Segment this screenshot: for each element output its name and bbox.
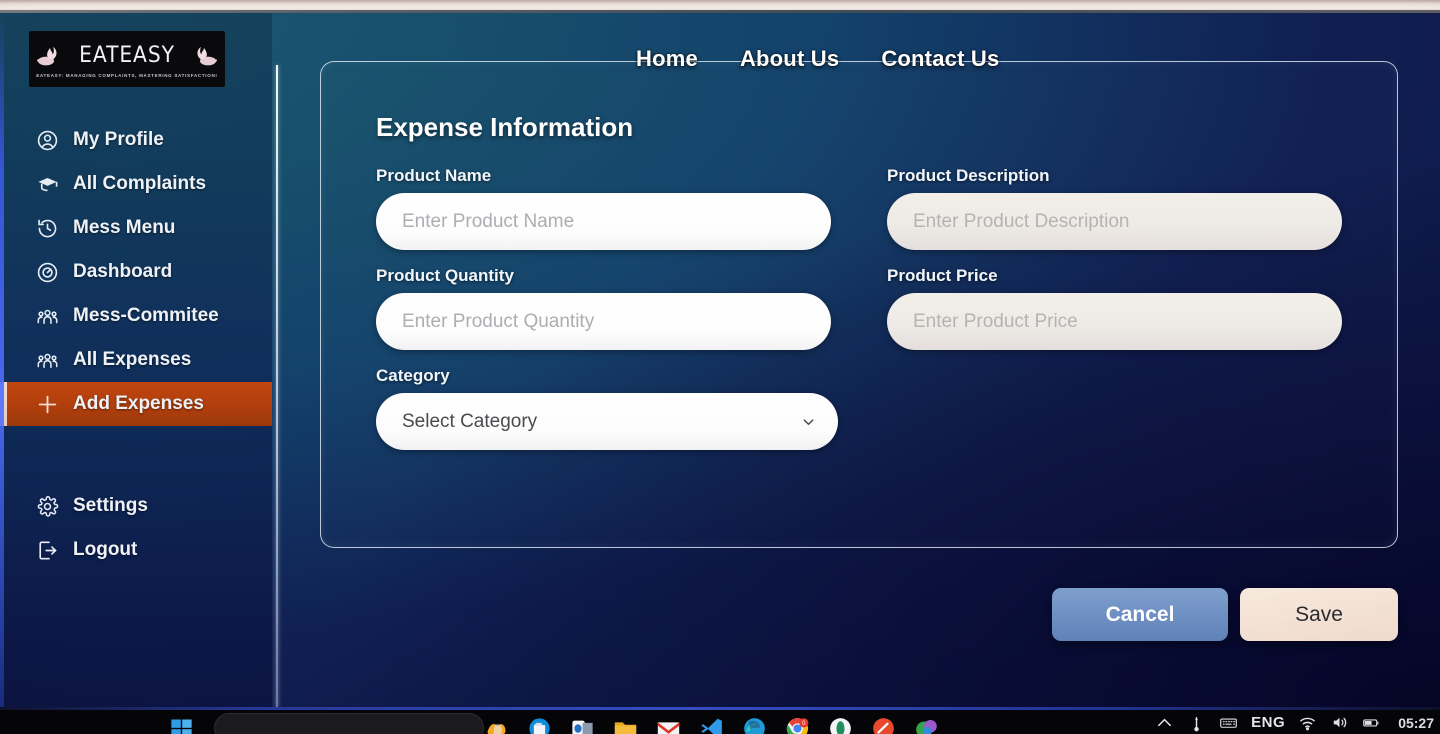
product-quantity-label: Product Quantity — [376, 266, 514, 285]
sidebar-item-label: My Profile — [73, 129, 164, 150]
product-name-label: Product Name — [376, 166, 492, 185]
product-price-label: Product Price — [887, 266, 998, 285]
folder-icon[interactable] — [612, 715, 639, 734]
edge-icon[interactable] — [741, 715, 768, 734]
form-row-3: Category Select Category — [376, 366, 1366, 450]
form-row-2: Product Quantity Product Price — [376, 266, 1366, 350]
monitor-bezel — [0, 0, 1440, 13]
sidebar-item-dashboard[interactable]: Dashboard — [0, 250, 272, 294]
form-row-1: Product Name Product Description — [376, 166, 1366, 250]
sidebar-nav: My Profile All Complaints Mess Menu Dash… — [0, 118, 272, 572]
flame-spoon-icon — [36, 46, 57, 65]
sidebar-item-label: Logout — [73, 539, 138, 560]
sidebar-item-all-expenses[interactable]: All Expenses — [0, 338, 272, 382]
flame-spoon-icon-right — [197, 46, 218, 65]
speaker-icon[interactable] — [1330, 713, 1349, 732]
usb-icon[interactable] — [1187, 713, 1206, 732]
plus-icon — [38, 395, 57, 413]
people-group-icon — [37, 309, 58, 324]
sidebar-item-label: Dashboard — [73, 261, 173, 282]
sidebar-item-label: Mess Menu — [73, 217, 176, 238]
nav-link-contact-us[interactable]: Contact Us — [881, 46, 999, 72]
expense-information-card: Expense Information Product Name Product… — [320, 61, 1398, 548]
gauge-icon — [37, 262, 58, 282]
logo-row: EATEASY — [36, 42, 218, 69]
keyboard-icon[interactable] — [1219, 713, 1238, 732]
sidebar-item-label: Settings — [73, 495, 148, 516]
category-label: Category — [376, 366, 450, 385]
sidebar-item-label: All Complaints — [73, 173, 207, 194]
sidebar: EATEASY EATEASY: MANAGING COMPLAINTS, MA… — [0, 13, 272, 707]
expense-form: Product Name Product Description Product… — [376, 166, 1366, 466]
sidebar-item-mess-commitee[interactable]: Mess-Commitee — [0, 294, 272, 338]
sidebar-item-all-complaints[interactable]: All Complaints — [0, 162, 272, 206]
vscode-icon[interactable] — [698, 715, 725, 734]
sidebar-item-settings[interactable]: Settings — [0, 484, 272, 528]
figma-red-icon[interactable] — [870, 715, 897, 734]
field-product-description: Product Description — [887, 166, 1342, 250]
taskbar-app-icons: 0 — [168, 715, 956, 734]
taskbar-clock[interactable]: 05:27 — [1398, 715, 1434, 731]
taskbar-top-edge — [0, 707, 1440, 710]
gmail-icon[interactable] — [655, 715, 682, 734]
wifi-icon[interactable] — [1298, 713, 1317, 732]
nav-link-about-us[interactable]: About Us — [740, 46, 839, 72]
logo-tagline: EATEASY: MANAGING COMPLAINTS, MASTERING … — [36, 72, 218, 78]
sidebar-item-label: All Expenses — [73, 349, 192, 370]
field-product-name: Product Name — [376, 166, 831, 250]
sidebar-item-logout[interactable]: Logout — [0, 528, 272, 572]
taskbar-tray: ENG 05:27 — [1155, 713, 1434, 732]
sidebar-divider — [276, 65, 278, 707]
page-title: Expense Information — [376, 112, 634, 142]
outlook-icon[interactable] — [569, 715, 596, 734]
screen-photo: EATEASY EATEASY: MANAGING COMPLAINTS, MA… — [0, 0, 1440, 734]
top-navigation: Home About Us Contact Us — [636, 46, 999, 72]
cancel-button[interactable]: Cancel — [1052, 588, 1228, 641]
product-description-label: Product Description — [887, 166, 1050, 185]
logo-wordmark: EATEASY — [79, 42, 175, 68]
product-price-input[interactable] — [887, 293, 1342, 350]
sidebar-item-label: Add Expenses — [73, 393, 204, 414]
language-indicator[interactable]: ENG — [1251, 714, 1285, 731]
nav-link-home[interactable]: Home — [636, 46, 698, 72]
category-select-wrapper: Select Category — [376, 393, 838, 450]
windows-start-icon[interactable] — [168, 715, 195, 734]
sidebar-item-label: Mess-Commitee — [73, 305, 219, 326]
windows-taskbar: 0 ENG 05:27 — [0, 707, 1440, 734]
graduation-cap-icon — [38, 177, 58, 191]
people-group-icon — [37, 353, 58, 368]
form-actions: Cancel Save — [1052, 588, 1398, 641]
app-logo: EATEASY EATEASY: MANAGING COMPLAINTS, MA… — [29, 31, 225, 87]
product-name-input[interactable] — [376, 193, 831, 250]
logout-icon — [39, 540, 57, 560]
opera-gx-icon[interactable] — [827, 715, 854, 734]
screen-edge-glow — [0, 13, 4, 707]
file-explorer-white-icon[interactable] — [526, 715, 553, 734]
field-category: Category Select Category — [376, 366, 838, 450]
copilot-icon[interactable] — [483, 715, 510, 734]
show-hidden-icon[interactable] — [1155, 713, 1174, 732]
save-button[interactable]: Save — [1240, 588, 1398, 641]
web-application: EATEASY EATEASY: MANAGING COMPLAINTS, MA… — [0, 13, 1440, 707]
slack-icon[interactable] — [913, 715, 940, 734]
history-clock-icon — [38, 219, 57, 237]
sidebar-item-mess-menu[interactable]: Mess Menu — [0, 206, 272, 250]
battery-icon[interactable] — [1362, 713, 1381, 732]
category-select[interactable]: Select Category — [376, 393, 838, 450]
gear-icon — [37, 495, 59, 517]
field-product-price: Product Price — [887, 266, 1342, 350]
user-circle-icon — [37, 130, 58, 150]
product-quantity-input[interactable] — [376, 293, 831, 350]
chrome-icon[interactable]: 0 — [784, 715, 811, 734]
field-product-quantity: Product Quantity — [376, 266, 831, 350]
product-description-input[interactable] — [887, 193, 1342, 250]
sidebar-item-my-profile[interactable]: My Profile — [0, 118, 272, 162]
sidebar-item-add-expenses[interactable]: Add Expenses — [0, 382, 272, 426]
